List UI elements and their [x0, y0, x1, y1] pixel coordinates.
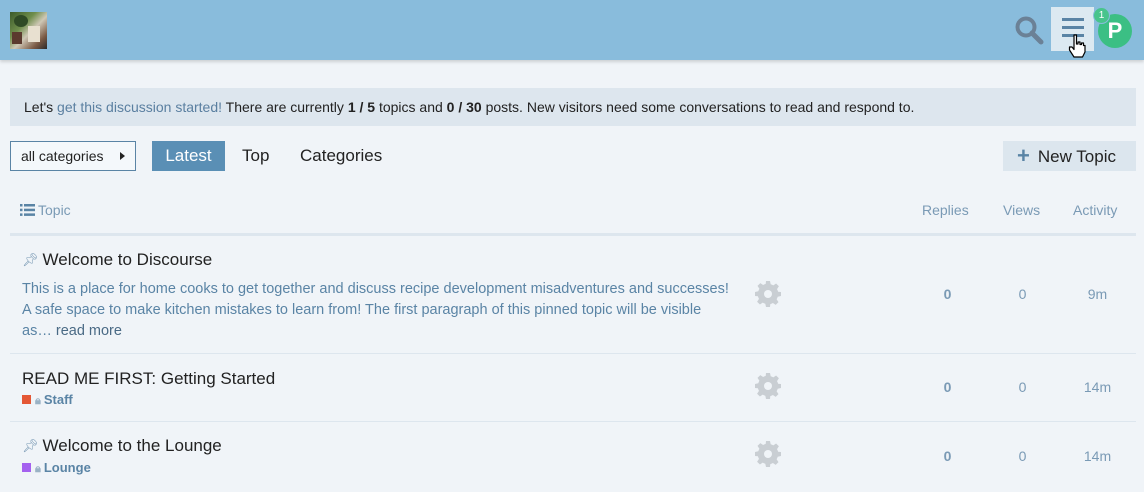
views-column-header[interactable]: Views	[1003, 202, 1040, 218]
notification-badge[interactable]: 1	[1093, 7, 1110, 24]
gear-icon[interactable]	[754, 280, 782, 308]
gear-icon[interactable]	[754, 440, 782, 468]
topic-title-text: Welcome to the Lounge	[42, 436, 222, 455]
search-icon[interactable]	[1014, 15, 1044, 45]
list-icon	[20, 204, 35, 216]
caret-right-icon	[120, 152, 125, 160]
menu-bar	[1062, 18, 1084, 21]
notice-text: There are currently	[222, 99, 348, 115]
view-count: 0	[1018, 448, 1027, 464]
category-badge[interactable]: 🔒︎ Staff	[22, 392, 73, 408]
reply-count[interactable]: 0	[930, 448, 965, 464]
new-topic-button[interactable]: + New Topic	[1003, 141, 1136, 171]
topic-column-header[interactable]: Topic	[20, 202, 71, 218]
replies-column-header[interactable]: Replies	[922, 202, 969, 218]
topic-title-text: READ ME FIRST: Getting Started	[22, 369, 276, 388]
notice-link[interactable]: get this discussion started!	[57, 99, 222, 115]
plus-icon: +	[1017, 143, 1030, 168]
read-more-link[interactable]: read more	[56, 323, 122, 339]
topic-title[interactable]: READ ME FIRST: Getting Started	[22, 369, 275, 389]
notice-text: topics and	[375, 99, 447, 115]
notice-prefix: Let's	[24, 99, 58, 115]
reply-count[interactable]: 0	[930, 286, 965, 302]
activity-time[interactable]: 14m	[1075, 448, 1120, 464]
notice-text: posts. New visitors need some conversati…	[481, 99, 915, 115]
activity-time[interactable]: 9m	[1075, 286, 1120, 302]
gear-icon[interactable]	[754, 372, 782, 400]
site-header: P 1	[0, 0, 1144, 60]
hand-cursor-icon	[1068, 34, 1086, 58]
new-topic-label: New Topic	[1037, 147, 1116, 166]
pin-icon: 📌︎	[22, 438, 39, 453]
topic-count: 1 / 5	[347, 99, 376, 115]
topic-row: 📌︎ Welcome to the Lounge 🔒︎ Lounge 0 0 14m	[10, 422, 1136, 492]
pin-icon: 📌︎	[22, 252, 39, 267]
category-name: Lounge	[43, 460, 91, 475]
category-color-square	[22, 395, 31, 404]
category-dropdown[interactable]: all categories	[10, 141, 136, 171]
view-count: 0	[1018, 379, 1027, 395]
activity-time[interactable]: 14m	[1075, 379, 1120, 395]
reply-count[interactable]: 0	[930, 379, 965, 395]
category-name: Staff	[43, 392, 73, 407]
lock-icon: 🔒︎	[35, 463, 41, 475]
site-logo[interactable]	[10, 12, 47, 49]
logo-detail	[28, 26, 40, 42]
category-dropdown-label: all categories	[21, 148, 104, 164]
category-color-square	[22, 463, 31, 472]
post-count: 0 / 30	[446, 99, 482, 115]
topic-title-text: Welcome to Discourse	[42, 250, 213, 269]
topic-row: 📌︎ Welcome to Discourse This is a place f…	[10, 236, 1136, 354]
excerpt-text: This is a place for home cooks to get to…	[22, 281, 729, 339]
topic-title[interactable]: 📌︎ Welcome to the Lounge	[22, 436, 222, 456]
logo-detail	[12, 32, 22, 44]
topic-header-label: Topic	[38, 202, 71, 218]
activity-column-header[interactable]: Activity	[1073, 202, 1117, 218]
logo-detail	[14, 15, 28, 27]
view-count: 0	[1018, 286, 1027, 302]
tab-categories[interactable]: Categories	[300, 141, 382, 171]
lock-icon: 🔒︎	[35, 395, 41, 407]
tab-top[interactable]: Top	[242, 141, 269, 171]
topic-row: READ ME FIRST: Getting Started 🔒︎ Staff 0…	[10, 354, 1136, 422]
tab-latest[interactable]: Latest	[152, 141, 225, 171]
category-badge[interactable]: 🔒︎ Lounge	[22, 460, 91, 476]
menu-bar	[1062, 26, 1084, 29]
topic-title[interactable]: 📌︎ Welcome to Discourse	[22, 250, 212, 270]
topic-excerpt: This is a place for home cooks to get to…	[22, 279, 732, 342]
discussion-notice: Let's get this discussion started! There…	[10, 88, 1136, 126]
